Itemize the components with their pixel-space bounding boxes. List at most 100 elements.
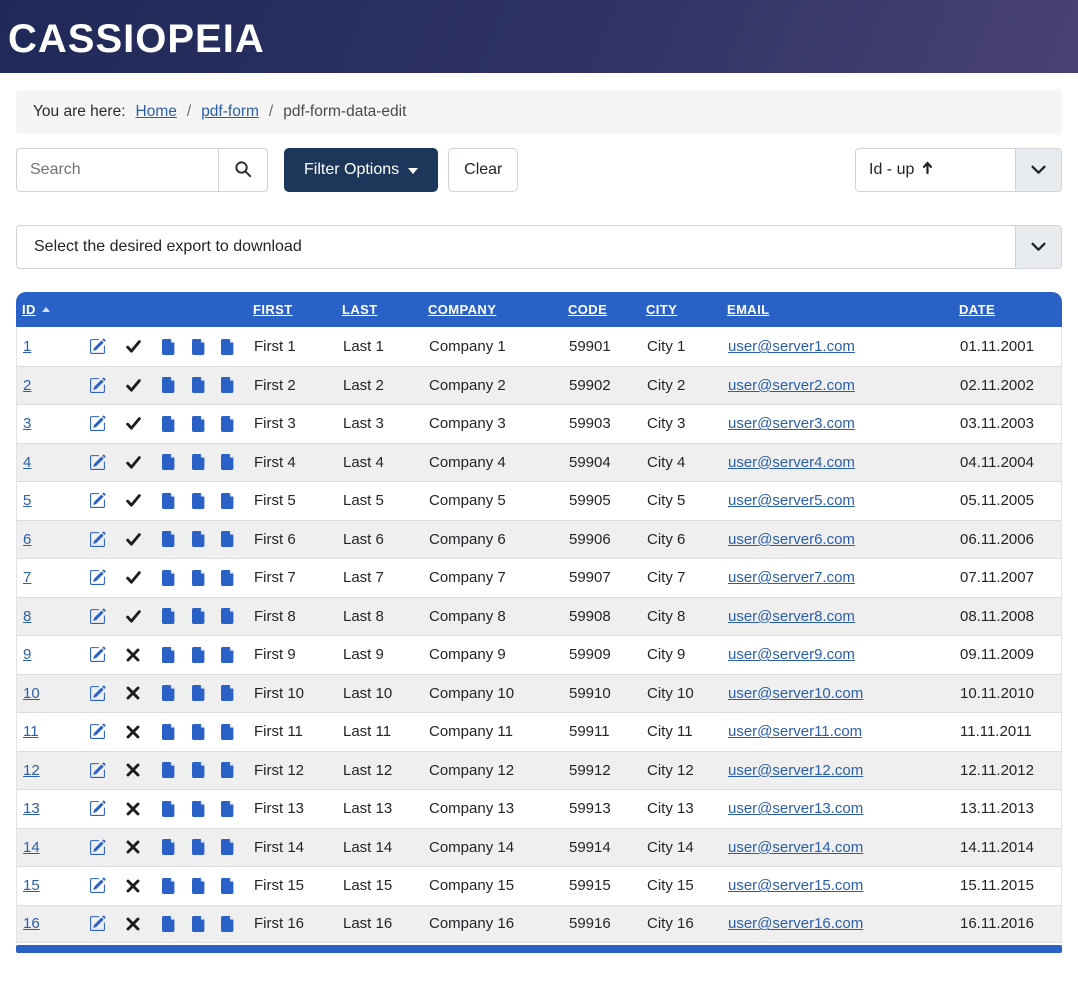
file-icon-2[interactable] (185, 454, 213, 470)
edit-icon[interactable] (81, 492, 113, 509)
file-icon-1[interactable] (153, 839, 185, 855)
search-button[interactable] (218, 148, 268, 192)
row-email-link[interactable]: user@server16.com (728, 915, 863, 932)
column-header-company[interactable]: COMPANY (428, 302, 568, 317)
row-id-link[interactable]: 13 (23, 800, 40, 817)
file-icon-2[interactable] (185, 570, 213, 586)
row-id-link[interactable]: 4 (23, 454, 31, 471)
file-icon-2[interactable] (185, 608, 213, 624)
file-icon-3[interactable] (213, 878, 243, 894)
file-icon-1[interactable] (153, 916, 185, 932)
column-header-first[interactable]: FIRST (242, 302, 342, 317)
file-icon-2[interactable] (185, 878, 213, 894)
file-icon-1[interactable] (153, 416, 185, 432)
edit-icon[interactable] (81, 839, 113, 856)
breadcrumb-link-pdf-form[interactable]: pdf-form (201, 103, 259, 121)
column-header-id[interactable]: ID (16, 302, 80, 317)
file-icon-2[interactable] (185, 762, 213, 778)
file-icon-3[interactable] (213, 416, 243, 432)
file-icon-3[interactable] (213, 724, 243, 740)
edit-icon[interactable] (81, 762, 113, 779)
edit-icon[interactable] (81, 800, 113, 817)
row-email-link[interactable]: user@server2.com (728, 377, 855, 394)
file-icon-2[interactable] (185, 916, 213, 932)
site-logo[interactable]: CASSIOPEIA (8, 19, 265, 59)
export-select[interactable]: Select the desired export to download (16, 225, 1062, 269)
row-email-link[interactable]: user@server13.com (728, 800, 863, 817)
edit-icon[interactable] (81, 646, 113, 663)
file-icon-2[interactable] (185, 647, 213, 663)
column-header-last[interactable]: LAST (342, 302, 428, 317)
row-email-link[interactable]: user@server8.com (728, 608, 855, 625)
row-id-link[interactable]: 16 (23, 915, 40, 932)
edit-icon[interactable] (81, 415, 113, 432)
row-id-link[interactable]: 5 (23, 492, 31, 509)
column-header-email[interactable]: EMAIL (727, 302, 944, 317)
row-id-link[interactable]: 9 (23, 646, 31, 663)
file-icon-3[interactable] (213, 762, 243, 778)
file-icon-3[interactable] (213, 839, 243, 855)
file-icon-2[interactable] (185, 685, 213, 701)
edit-icon[interactable] (81, 608, 113, 625)
search-input[interactable] (16, 148, 219, 192)
file-icon-2[interactable] (185, 493, 213, 509)
file-icon-3[interactable] (213, 454, 243, 470)
filter-options-button[interactable]: Filter Options (284, 148, 438, 192)
row-email-link[interactable]: user@server15.com (728, 877, 863, 894)
breadcrumb-link-home[interactable]: Home (136, 103, 177, 121)
file-icon-2[interactable] (185, 339, 213, 355)
row-email-link[interactable]: user@server10.com (728, 685, 863, 702)
file-icon-2[interactable] (185, 416, 213, 432)
row-email-link[interactable]: user@server14.com (728, 839, 863, 856)
edit-icon[interactable] (81, 338, 113, 355)
column-header-city[interactable]: CITY (646, 302, 727, 317)
edit-icon[interactable] (81, 569, 113, 586)
edit-icon[interactable] (81, 454, 113, 471)
row-id-link[interactable]: 15 (23, 877, 40, 894)
file-icon-3[interactable] (213, 647, 243, 663)
file-icon-2[interactable] (185, 531, 213, 547)
row-id-link[interactable]: 14 (23, 839, 40, 856)
edit-icon[interactable] (81, 685, 113, 702)
row-id-link[interactable]: 6 (23, 531, 31, 548)
file-icon-3[interactable] (213, 685, 243, 701)
edit-icon[interactable] (81, 915, 113, 932)
row-email-link[interactable]: user@server7.com (728, 569, 855, 586)
row-id-link[interactable]: 10 (23, 685, 40, 702)
file-icon-1[interactable] (153, 531, 185, 547)
row-email-link[interactable]: user@server11.com (728, 723, 862, 740)
file-icon-2[interactable] (185, 801, 213, 817)
file-icon-1[interactable] (153, 762, 185, 778)
row-id-link[interactable]: 7 (23, 569, 31, 586)
file-icon-1[interactable] (153, 724, 185, 740)
file-icon-3[interactable] (213, 531, 243, 547)
file-icon-2[interactable] (185, 724, 213, 740)
edit-icon[interactable] (81, 723, 113, 740)
file-icon-1[interactable] (153, 493, 185, 509)
file-icon-2[interactable] (185, 839, 213, 855)
file-icon-2[interactable] (185, 377, 213, 393)
file-icon-1[interactable] (153, 801, 185, 817)
file-icon-1[interactable] (153, 454, 185, 470)
edit-icon[interactable] (81, 377, 113, 394)
edit-icon[interactable] (81, 877, 113, 894)
clear-button[interactable]: Clear (448, 148, 518, 192)
file-icon-1[interactable] (153, 570, 185, 586)
column-header-code[interactable]: CODE (568, 302, 646, 317)
row-email-link[interactable]: user@server1.com (728, 338, 855, 355)
file-icon-3[interactable] (213, 339, 243, 355)
file-icon-1[interactable] (153, 647, 185, 663)
row-id-link[interactable]: 1 (23, 338, 31, 355)
file-icon-1[interactable] (153, 377, 185, 393)
row-email-link[interactable]: user@server5.com (728, 492, 855, 509)
file-icon-1[interactable] (153, 878, 185, 894)
column-header-date[interactable]: DATE (944, 302, 1062, 317)
edit-icon[interactable] (81, 531, 113, 548)
row-email-link[interactable]: user@server3.com (728, 415, 855, 432)
row-id-link[interactable]: 8 (23, 608, 31, 625)
file-icon-3[interactable] (213, 570, 243, 586)
row-email-link[interactable]: user@server9.com (728, 646, 855, 663)
file-icon-3[interactable] (213, 608, 243, 624)
sort-select[interactable]: Id - up (855, 148, 1062, 192)
file-icon-1[interactable] (153, 339, 185, 355)
